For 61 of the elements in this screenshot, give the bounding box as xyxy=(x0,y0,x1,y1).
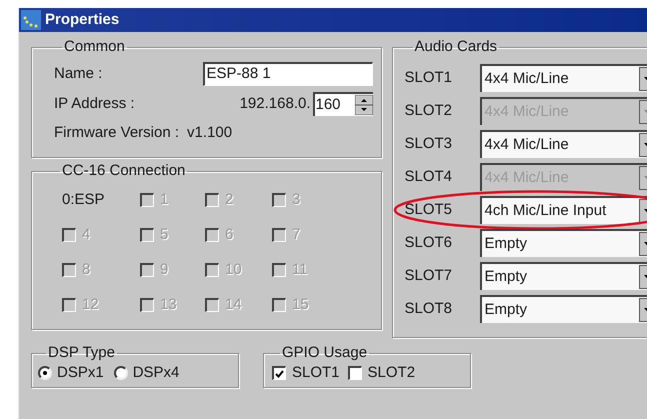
slot-value: 4ch Mic/Line Input xyxy=(484,200,606,221)
slot-dropdown[interactable]: Empty xyxy=(480,229,647,257)
slot-value: Empty xyxy=(484,300,528,320)
group-title: GPIO Usage xyxy=(281,344,368,362)
checkbox[interactable] xyxy=(272,366,286,380)
slot-label: SLOT1 xyxy=(404,68,454,88)
checkbox-label: 14 xyxy=(225,294,242,315)
field-label: Name : xyxy=(54,64,102,84)
ip-spin-field[interactable]: 160 xyxy=(312,92,372,116)
checkbox-label: 11 xyxy=(292,260,308,280)
checkbox-label: 7 xyxy=(292,224,300,245)
group-title: CC-16 Connection xyxy=(61,162,186,180)
spin-arrows-icon[interactable] xyxy=(354,95,372,115)
checkbox-label: 5 xyxy=(160,224,168,245)
slot-dropdown[interactable]: 4x4 Mic/Line xyxy=(480,64,647,92)
slot-label: SLOT3 xyxy=(404,134,454,154)
slot-dropdown[interactable]: Empty xyxy=(480,262,647,290)
name-field[interactable]: ESP-88 1 xyxy=(202,62,372,86)
checkbox-label: 4 xyxy=(82,224,90,245)
slot-label: SLOT8 xyxy=(404,298,454,319)
firmware-version: v1.100 xyxy=(187,123,232,143)
slot-label: SLOT2 xyxy=(404,100,454,121)
group-title: Audio Cards xyxy=(414,38,498,56)
checkbox-label: 12 xyxy=(82,294,99,315)
slot-label: SLOT7 xyxy=(404,266,454,286)
check-mark-icon xyxy=(275,370,284,378)
slot-dropdown[interactable]: Empty xyxy=(480,295,647,323)
checkbox-label: 6 xyxy=(225,224,234,245)
slot-dropdown[interactable]: 4x4 Mic/Line xyxy=(480,130,647,158)
slot-value: Empty xyxy=(484,266,528,287)
ip-prefix: 192.168.0. xyxy=(240,94,310,114)
radio-label: DSPx4 xyxy=(132,363,180,383)
checkbox-label: 10 xyxy=(225,260,242,280)
field-label: Firmware Version : xyxy=(54,123,180,143)
slot-value: Empty xyxy=(484,234,528,254)
checkbox-label: SLOT1 xyxy=(292,363,340,383)
slot-value: 4x4 Mic/Line xyxy=(484,68,569,89)
window-title: Properties xyxy=(45,10,120,30)
checkbox-label: 15 xyxy=(292,294,309,315)
radio-button[interactable] xyxy=(38,366,52,380)
group-title: DSP Type xyxy=(47,344,116,362)
slot-label: SLOT6 xyxy=(404,232,454,253)
app-icon xyxy=(21,10,41,30)
radio-label: DSPx1 xyxy=(57,363,104,383)
checkbox-label: 2 xyxy=(225,190,234,210)
group-title: Common xyxy=(63,38,126,56)
checkbox-label: 3 xyxy=(292,190,300,210)
ip-last-octet: 160 xyxy=(314,94,341,115)
checkbox[interactable] xyxy=(348,366,362,380)
checkbox-label: SLOT2 xyxy=(368,363,416,383)
checkbox-label: 8 xyxy=(82,260,90,280)
connection-label: 0:ESP xyxy=(62,190,106,210)
slot-dropdown[interactable]: 4ch Mic/Line Input xyxy=(480,196,647,224)
checkbox-label: 9 xyxy=(160,260,168,280)
slot-value: 4x4 Mic/Line xyxy=(484,134,569,155)
checkbox-label: 13 xyxy=(160,294,177,315)
checkbox-label: 1 xyxy=(160,190,168,210)
field-label: IP Address : xyxy=(54,94,135,114)
slot-label: SLOT4 xyxy=(404,166,454,187)
radio-button[interactable] xyxy=(114,366,128,380)
slot-label: SLOT5 xyxy=(404,200,454,220)
